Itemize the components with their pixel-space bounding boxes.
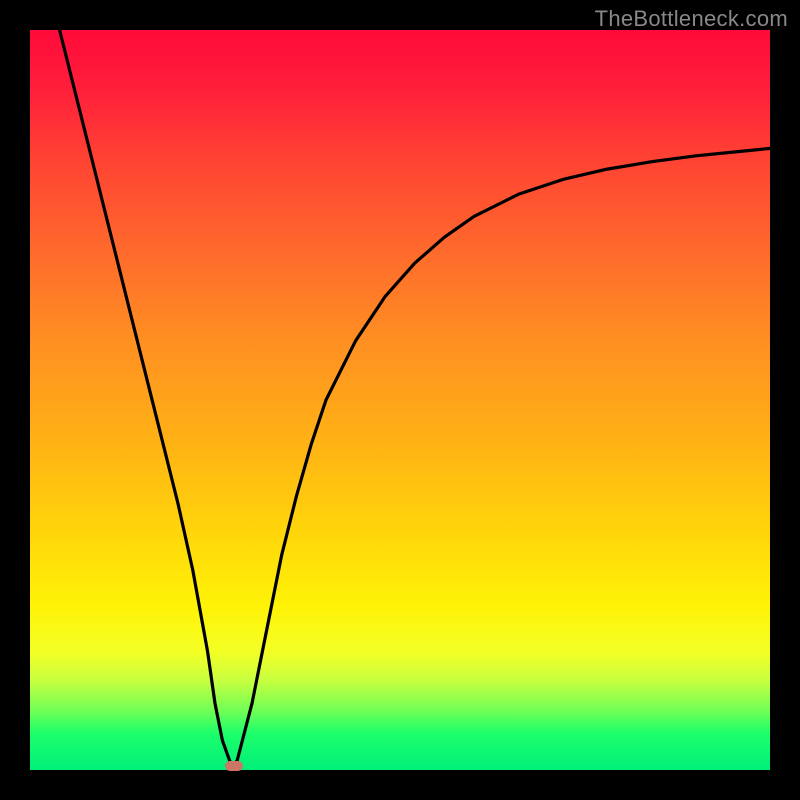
- bottleneck-curve: [30, 30, 770, 770]
- minimum-marker: [225, 761, 243, 771]
- attribution-text: TheBottleneck.com: [595, 6, 788, 32]
- plot-area: [30, 30, 770, 770]
- chart-frame: TheBottleneck.com: [0, 0, 800, 800]
